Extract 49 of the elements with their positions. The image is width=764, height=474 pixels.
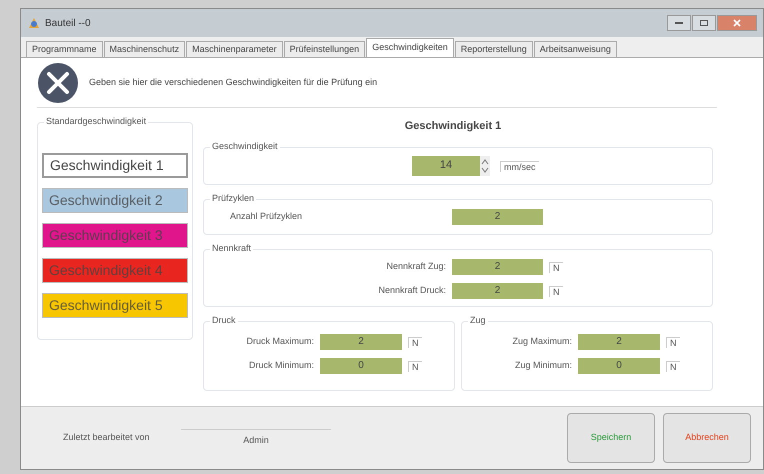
tab[interactable]: Maschinenparameter (186, 41, 283, 57)
unit-label: N (549, 262, 562, 272)
close-button[interactable] (717, 15, 757, 31)
speed-preset-button[interactable]: Geschwindigkeit 1 (42, 153, 188, 178)
unit-label: N (408, 360, 422, 372)
tab[interactable]: Programmname (26, 41, 103, 57)
speed-preset-button[interactable]: Geschwindigkeit 5 (42, 293, 188, 318)
unit-label: N (549, 286, 562, 296)
edited-by-label: Zuletzt bearbeitet von (63, 431, 151, 444)
field-label: Zug Maximum: (511, 334, 573, 348)
tab[interactable]: Maschinenschutz (104, 41, 186, 57)
close-icon (733, 19, 741, 27)
group-title: Geschwindigkeit (210, 140, 280, 153)
value-field[interactable]: 2 (452, 208, 543, 224)
group-title: Standardgeschwindigkeit (44, 115, 148, 128)
tab[interactable]: Reporterstellung (454, 41, 533, 57)
field-label: Nennkraft Druck: (377, 284, 447, 297)
speed-spinner[interactable]: 14 (412, 156, 490, 176)
field-label: Druck Minimum: (248, 358, 315, 372)
field-label: Nennkraft Zug: (385, 260, 447, 273)
field-label: Druck Maximum: (245, 334, 315, 348)
group-title: Prüfzyklen (210, 192, 256, 205)
value-field[interactable]: 2 (578, 334, 660, 350)
group-title: Zug (468, 314, 488, 327)
tab[interactable]: Arbeitsanweisung (534, 41, 617, 57)
cancel-button[interactable]: Abbrechen (663, 413, 751, 463)
field-label: Zug Minimum: (514, 358, 573, 372)
value-field[interactable]: 2 (320, 334, 402, 350)
value-field[interactable]: 2 (452, 282, 543, 298)
section-heading: Geschwindigkeit 1 (404, 119, 502, 134)
speed-preset-button[interactable]: Geschwindigkeit 2 (42, 188, 188, 213)
maximize-button[interactable] (692, 15, 716, 31)
app-icon (27, 16, 41, 30)
minimize-button[interactable] (667, 15, 691, 31)
window-title: Bauteil --0 (45, 16, 91, 30)
user-field: Admin (181, 428, 331, 448)
value-field[interactable]: 2 (452, 258, 543, 274)
tab[interactable]: Prüfeinstellungen (284, 41, 366, 57)
unit-label: N (666, 360, 680, 372)
value-field[interactable]: 0 (320, 358, 402, 374)
spinner-arrows-icon (480, 156, 490, 176)
field-label: Anzahl Prüfzyklen (229, 210, 304, 223)
value-field[interactable]: 0 (578, 358, 660, 374)
save-button[interactable]: Speichern (567, 413, 655, 463)
header-text: Geben sie hier die verschiedenen Geschwindigkeiten für die Prüfung ein (89, 76, 378, 89)
unit-label: N (408, 336, 422, 348)
unit-label: mm/sec (500, 160, 538, 172)
tab[interactable]: Geschwindigkeiten (366, 38, 454, 57)
unit-label: N (666, 336, 680, 348)
